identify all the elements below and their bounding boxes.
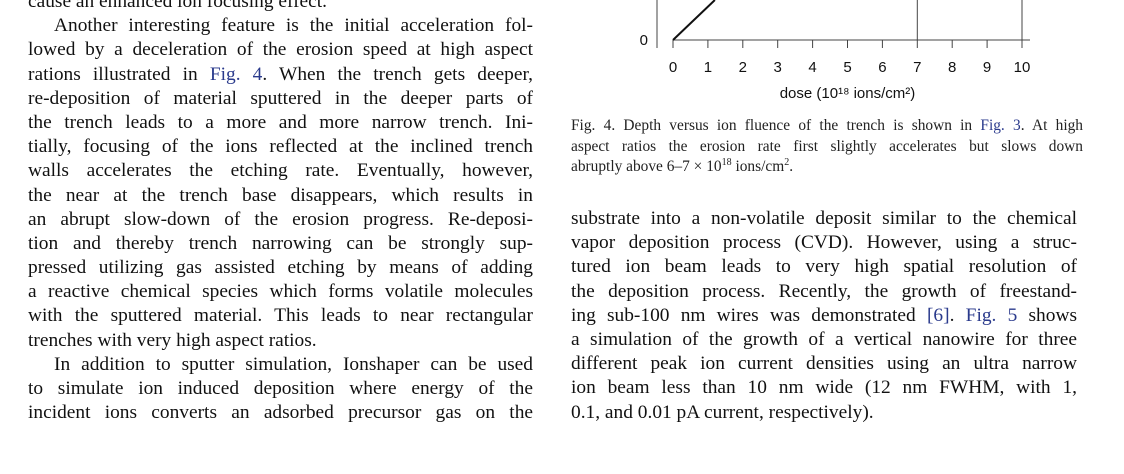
text-line: a reactive chemical species which forms … [28,280,533,304]
right-body-text: substrate into a non-volatile deposit si… [571,207,1077,425]
text-segment: shows [1017,304,1078,326]
text-line: lowed by a deceleration of the erosion s… [28,38,533,62]
text-line: 0.1, and 0.01 pA current, respectively). [571,401,1077,425]
text-line: the near at the trench base disappears, … [28,184,533,208]
caption-line-2: aspect ratios the erosion rate first sli… [571,137,1083,155]
text-line: vapor deposition process (CVD). However,… [571,231,1077,255]
text-segment: . When the trench gets deeper, [262,63,533,85]
figure-4-chart: 0 1 2 3 4 5 6 7 8 9 10 0 dose (10¹⁸ ions/cm²) [630,0,1060,108]
text-segment: In addition to sputter simulation, Ionsh… [54,353,533,375]
text-line: re-deposition of material sputtered in t… [28,87,533,111]
x-tick-label: 8 [948,59,956,76]
text-segment: to simulate ion induced deposition where… [28,378,533,399]
text-segment: ion beam less than 10 nm wide (12 nm FWH… [571,377,1077,399]
x-tick-label: 0 [669,59,677,76]
text-line: the deposition process. Recently, the gr… [571,280,1077,304]
text-segment: an abrupt slow-down of the erosion progr… [28,208,533,230]
text-segment: lowed by a deceleration of the erosion s… [28,39,533,61]
text-segment: different peak ion current densities usi… [571,353,1077,375]
text-segment: incident ions converts an adsorbed precu… [28,402,533,424]
text-line: to simulate ion induced deposition where… [28,377,533,401]
text-segment: the near at the trench base disappears, … [28,184,533,206]
reference-link[interactable]: [6] [927,305,950,326]
text-line: cause an enhanced ion focusing effect. [28,0,533,14]
data-series-line [672,0,716,41]
text-line: pressed utilizing gas assisted etching b… [28,256,533,280]
text-segment: Another interesting feature is the initi… [54,15,533,37]
text-line: tured ion beam leads to very high spatia… [571,255,1077,279]
chart-svg: 0 1 2 3 4 5 6 7 8 9 10 0 dose (10¹⁸ ions/cm²) [640,0,1031,102]
text-line: ion beam less than 10 nm wide (12 nm FWH… [571,376,1077,400]
text-line: different peak ion current densities usi… [571,352,1077,376]
left-column: cause an enhanced ion focusing effect. An… [28,0,533,425]
text-segment: a reactive chemical species which forms … [28,281,533,303]
caption-line-1: Fig. 4. Depth versus ion fluence of the … [571,117,1083,134]
text-segment: re-deposition of material sputtered in t… [28,87,533,109]
text-line: trenches with very high aspect ratios. [28,329,533,353]
left-body-text: cause an enhanced ion focusing effect. An… [28,0,533,425]
reference-link[interactable]: Fig. 4 [210,64,263,85]
text-line: substrate into a non-volatile deposit si… [571,207,1077,231]
text-segment: 0.1, and 0.01 pA current, respectively). [571,401,874,423]
text-line: tion and thereby trench narrowing can be… [28,232,533,256]
text-segment: a simulation of the growth of a vertical… [571,328,1077,350]
text-segment: tially, focusing of the ions reflected a… [28,136,533,158]
text-line: walls accelerates the etching rate. Even… [28,159,533,183]
text-line: Another interesting feature is the initi… [28,14,533,38]
text-segment: tion and thereby trench narrowing can be… [28,232,533,254]
text-segment: ing sub-100 nm wires was demonstrated [571,304,927,326]
text-segment: tured ion beam leads to very high spatia… [571,256,1077,278]
text-line: the trench leads to a more and more narr… [28,111,533,135]
x-axis-label: dose (10¹⁸ ions/cm²) [780,85,916,102]
text-line: tially, focusing of the ions reflected a… [28,135,533,159]
text-line: In addition to sputter simulation, Ionsh… [28,353,533,377]
x-tick-label: 5 [843,59,851,76]
y-tick-label: 0 [640,32,648,49]
text-line: a simulation of the growth of a vertical… [571,328,1077,352]
x-tick-label: 10 [1014,59,1031,76]
text-segment: trenches with very high aspect ratios. [28,329,317,351]
reference-link[interactable]: Fig. 5 [966,305,1018,326]
text-segment: pressed utilizing gas assisted etching b… [28,257,533,279]
text-segment: the trench leads to a more and more narr… [28,111,533,133]
x-tick-label: 1 [704,59,712,76]
text-line: incident ions converts an adsorbed precu… [28,401,533,425]
caption-line-3: abruptly above 6–7 × 1018 ions/cm2. [571,157,794,176]
text-segment: substrate into a non-volatile deposit si… [571,208,1077,229]
text-segment: walls accelerates the etching rate. Even… [28,160,533,182]
x-tick-label: 3 [774,59,782,76]
text-line: rations illustrated in Fig. 4. When the … [28,63,533,87]
text-segment: vapor deposition process (CVD). However,… [571,232,1077,254]
x-tick-label: 9 [983,59,991,76]
text-line: an abrupt slow-down of the erosion progr… [28,208,533,232]
x-tick-label: 2 [739,59,747,76]
figure-4-caption: Fig. 4. Depth versus ion fluence of the … [571,116,1083,178]
x-tick-label: 4 [808,59,816,76]
x-tick-label: 7 [913,59,921,76]
text-segment: rations illustrated in [28,63,210,85]
right-column: substrate into a non-volatile deposit si… [571,207,1077,425]
text-segment: with the sputtered material. This leads … [28,305,533,327]
text-segment: the deposition process. Recently, the gr… [571,280,1077,302]
caption-fig3-link[interactable]: Fig. 3 [980,117,1020,134]
x-tick-label: 6 [878,59,886,76]
text-line: with the sputtered material. This leads … [28,304,533,328]
text-line: ing sub-100 nm wires was demonstrated [6… [571,304,1077,328]
text-segment: cause an enhanced ion focusing effect. [28,0,327,12]
text-segment: . [949,304,966,326]
